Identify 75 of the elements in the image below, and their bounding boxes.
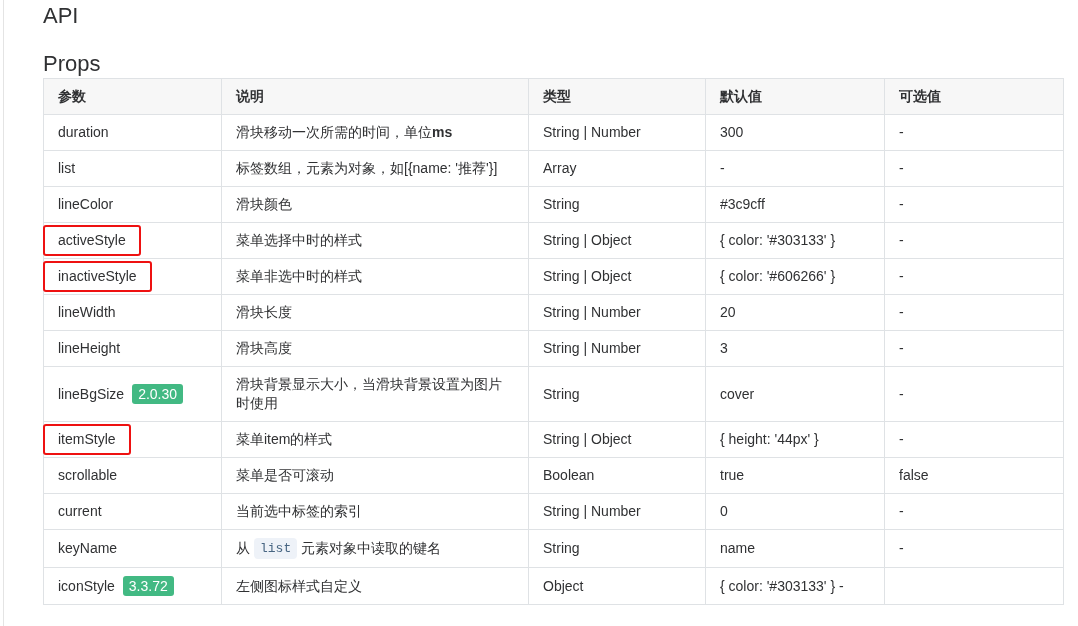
default-value: { height: '44px' } <box>720 431 819 447</box>
description-text: 菜单item的样式 <box>236 431 333 447</box>
prop-name: scrollable <box>58 466 118 485</box>
description-text: 菜单非选中时的样式 <box>236 268 362 284</box>
page-title: API <box>43 3 80 29</box>
prop-name: list <box>58 159 76 178</box>
default-value: { color: '#606266' } <box>720 268 836 284</box>
description-text: 标签数组，元素为对象，如[{name: '推荐'}] <box>236 160 498 176</box>
prop-name: duration <box>58 123 109 142</box>
type-text: String <box>543 196 580 212</box>
default-value: 20 <box>720 304 736 320</box>
description-text: 菜单是否可滚动 <box>236 467 334 483</box>
default-value: 0 <box>720 503 728 519</box>
column-header: 类型 <box>543 88 571 104</box>
prop-name: lineHeight <box>58 339 121 358</box>
column-header: 参数 <box>58 88 86 104</box>
type-text: String | Number <box>543 503 641 519</box>
column-header: 默认值 <box>720 88 762 104</box>
description-text: 滑块长度 <box>236 304 292 320</box>
prop-name: lineColor <box>58 195 114 214</box>
prop-name: inactiveStyle <box>43 261 152 292</box>
prop-name: lineBgSize <box>58 384 125 404</box>
type-text: String | Object <box>543 268 632 284</box>
description-text: 滑块高度 <box>236 340 292 356</box>
inline-code: list <box>254 538 298 559</box>
default-value: name <box>720 540 756 556</box>
prop-name: keyName <box>58 539 118 558</box>
type-text: String | Object <box>543 232 632 248</box>
default-value: #3c9cff <box>720 196 765 212</box>
options-text: - <box>899 160 904 176</box>
column-header: 说明 <box>236 88 264 104</box>
description-text: 滑块颜色 <box>236 196 292 212</box>
description-text: 滑块移动一次所需的时间，单位ms <box>236 124 453 140</box>
default-value: cover <box>720 385 755 402</box>
description-text: 当前选中标签的索引 <box>236 503 362 519</box>
type-text: String <box>543 540 580 556</box>
type-text: Object <box>543 577 584 594</box>
default-value: - <box>720 160 725 176</box>
options-text: - <box>899 304 904 320</box>
default-value: { color: '#303133' } - <box>720 577 844 594</box>
default-value: { color: '#303133' } <box>720 232 836 248</box>
options-text: - <box>899 124 904 140</box>
default-value: true <box>720 467 745 483</box>
prop-name: lineWidth <box>58 303 116 322</box>
options-text: - <box>899 340 904 356</box>
options-text: - <box>899 268 904 284</box>
prop-name: itemStyle <box>43 424 131 455</box>
column-header: 可选值 <box>899 88 941 104</box>
options-text: - <box>899 385 904 402</box>
options-text: - <box>899 431 904 447</box>
type-text: String | Number <box>543 340 641 356</box>
prop-name: iconStyle <box>58 576 115 596</box>
description-text: 菜单选择中时的样式 <box>236 232 362 248</box>
type-text: Array <box>543 160 577 176</box>
description-text: 元素对象中读取的键名 <box>301 539 442 558</box>
section-title: Props <box>43 51 102 77</box>
default-value: 3 <box>720 340 728 356</box>
type-text: String | Object <box>543 431 632 447</box>
description-text: 左侧图标样式自定义 <box>236 577 362 594</box>
default-value: 300 <box>720 124 744 140</box>
version-badge: 3.3.72 <box>122 576 174 596</box>
type-text: String | Number <box>543 124 641 140</box>
options-text: - <box>899 232 904 248</box>
prop-name: activeStyle <box>43 225 141 256</box>
options-text: - <box>899 540 904 556</box>
options-text: false <box>899 467 929 483</box>
options-text: - <box>899 196 904 212</box>
prop-name: current <box>58 502 102 521</box>
type-text: String <box>543 385 580 402</box>
type-text: Boolean <box>543 467 595 483</box>
version-badge: 2.0.30 <box>132 384 184 404</box>
description-text: 滑块背景显示大小，当滑块背景设置为图片时使用 <box>236 376 502 411</box>
description-text: 从 <box>236 539 250 558</box>
options-text: - <box>899 503 904 519</box>
type-text: String | Number <box>543 304 641 320</box>
